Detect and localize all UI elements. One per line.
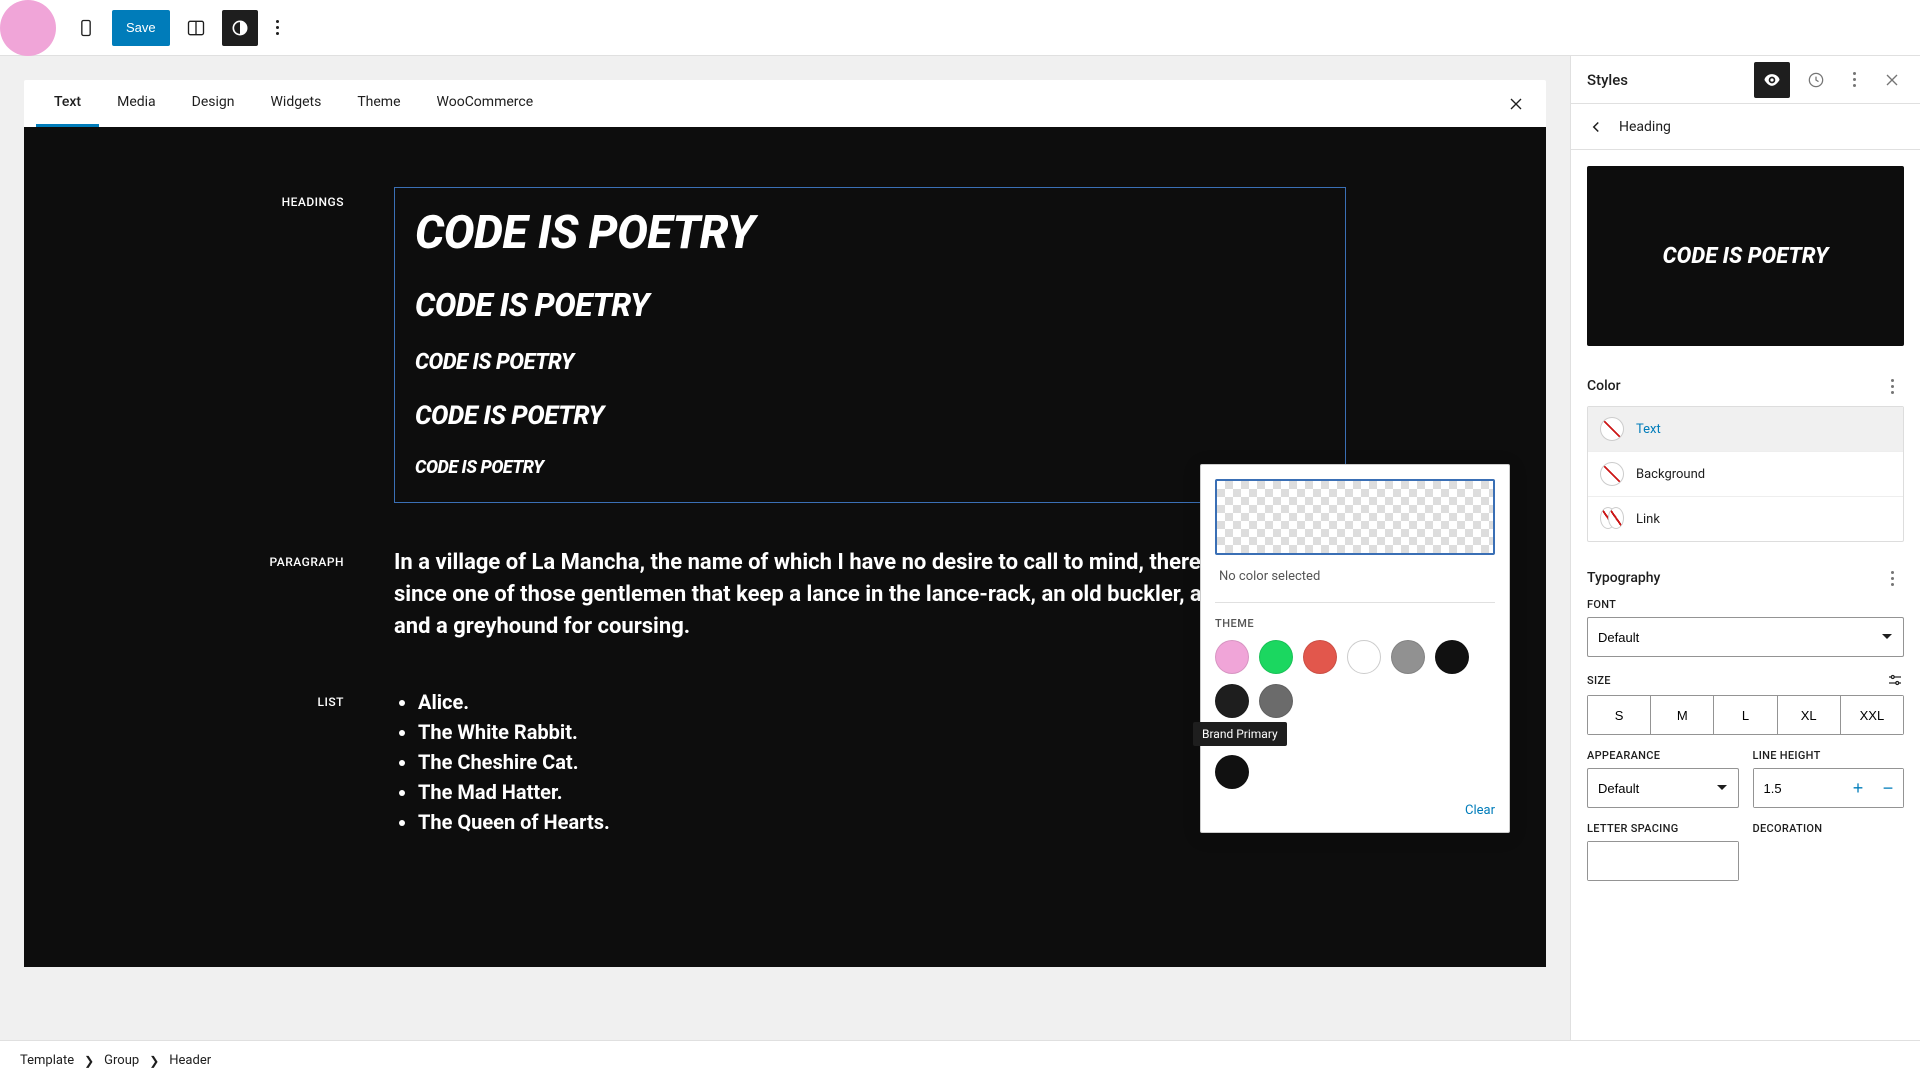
theme-swatch-row [1215,640,1495,718]
color-row-background-label: Background [1636,467,1705,482]
headings-label: HEADINGS [224,187,344,503]
font-select[interactable]: Default [1587,617,1904,657]
breadcrumb: Template ❯ Group ❯ Header [0,1040,1920,1080]
sidebar-nav-label: Heading [1619,119,1671,135]
close-sidebar-button[interactable] [1874,62,1910,98]
size-custom-toggle[interactable] [1886,671,1904,689]
site-logo[interactable] [0,0,56,56]
typography-panel: Typography FONT Default SIZE S M L XL [1571,558,1920,911]
style-preview: CODE IS POETRY [1587,166,1904,346]
tab-theme[interactable]: Theme [339,80,418,127]
breadcrumb-header[interactable]: Header [169,1053,211,1068]
size-s[interactable]: S [1588,696,1651,734]
color-panel-label: Color [1587,378,1621,394]
styles-sidebar: Styles Heading CODE IS POETRY Color [1570,56,1920,1040]
letter-spacing-input[interactable] [1588,842,1738,880]
clear-color-button[interactable]: Clear [1465,803,1495,818]
size-segmented: S M L XL XXL [1587,695,1904,735]
close-tabs-button[interactable] [1498,86,1534,122]
typography-panel-more[interactable] [1880,566,1904,590]
theme-swatch[interactable] [1303,640,1337,674]
swatch-tooltip: Brand Primary [1193,722,1287,746]
tab-media[interactable]: Media [99,80,174,127]
theme-swatch[interactable] [1391,640,1425,674]
letter-spacing-label: LETTER SPACING [1587,822,1739,835]
color-panel-more[interactable] [1880,374,1904,398]
appearance-label: APPEARANCE [1587,749,1739,762]
tab-design[interactable]: Design [174,80,253,127]
custom-swatch-row [1215,755,1495,789]
size-xxl[interactable]: XXL [1841,696,1903,734]
theme-swatch[interactable] [1215,684,1249,718]
main-layout: Text Media Design Widgets Theme WooComme… [0,56,1920,1040]
tab-widgets[interactable]: Widgets [253,80,340,127]
chevron-right-icon: ❯ [84,1054,94,1068]
heading-block-selected[interactable]: CODE IS POETRY CODE IS POETRY CODE IS PO… [394,187,1346,503]
heading-h1-sample: CODE IS POETRY [415,206,1325,260]
size-l[interactable]: L [1714,696,1777,734]
line-height-decrement[interactable]: − [1873,769,1903,807]
chevron-right-icon: ❯ [149,1054,159,1068]
save-button[interactable]: Save [112,10,170,46]
no-color-message: No color selected [1215,555,1495,603]
heading-h2-sample: CODE IS POETRY [415,286,1325,324]
top-toolbar: Save [0,0,1920,56]
color-picker-popover: No color selected THEME CUSTOM Clear [1200,464,1510,833]
size-m[interactable]: M [1651,696,1714,734]
sidebar-more-button[interactable] [1842,68,1866,92]
theme-colors-label: THEME [1215,617,1495,630]
color-row-text-label: Text [1636,422,1661,437]
typography-panel-label: Typography [1587,570,1660,586]
back-button[interactable] [1587,118,1605,136]
heading-h5-sample: CODE IS POETRY [415,457,1325,478]
color-row-link-label: Link [1636,512,1660,527]
sidebar-nav: Heading [1571,104,1920,150]
size-label: SIZE [1587,674,1611,687]
color-row-text[interactable]: Text [1588,407,1903,452]
document-overview-button[interactable] [68,10,104,46]
preview-text: CODE IS POETRY [1663,244,1829,269]
color-none-icon [1600,417,1624,441]
theme-swatch[interactable] [1215,640,1249,674]
font-label: FONT [1587,598,1904,611]
style-book-toggle[interactable] [1754,62,1790,98]
tab-woocommerce[interactable]: WooCommerce [419,80,552,127]
more-options-button[interactable] [266,16,290,40]
size-xl[interactable]: XL [1778,696,1841,734]
styles-toggle-button[interactable] [222,10,258,46]
heading-h3-sample: CODE IS POETRY [415,350,1325,375]
letter-spacing-input-wrap [1587,841,1739,881]
decoration-label: DECORATION [1753,822,1905,835]
breadcrumb-group[interactable]: Group [104,1053,139,1068]
line-height-increment[interactable]: + [1843,769,1873,807]
sidebar-title: Styles [1587,71,1746,89]
theme-swatch[interactable] [1259,684,1293,718]
line-height-label: LINE HEIGHT [1753,749,1905,762]
revisions-button[interactable] [1798,62,1834,98]
tab-text[interactable]: Text [36,80,99,127]
color-row-link[interactable]: Link [1588,497,1903,541]
heading-h4-sample: CODE IS POETRY [415,401,1325,431]
current-color-preview[interactable] [1215,479,1495,555]
custom-swatch[interactable] [1215,755,1249,789]
block-inserter-tabs: Text Media Design Widgets Theme WooComme… [24,80,1546,127]
color-row-background[interactable]: Background [1588,452,1903,497]
color-none-icon [1600,507,1624,531]
color-none-icon [1600,462,1624,486]
appearance-select[interactable]: Default [1587,768,1739,808]
list-label: LIST [224,687,344,837]
paragraph-label: PARAGRAPH [224,547,344,643]
color-panel: Color Text Background Link [1571,366,1920,558]
theme-swatch[interactable] [1259,640,1293,674]
line-height-input[interactable] [1754,769,1844,807]
theme-swatch[interactable] [1347,640,1381,674]
line-height-stepper: + − [1753,768,1905,808]
canvas-area: Text Media Design Widgets Theme WooComme… [0,56,1570,1040]
view-toggle-button[interactable] [178,10,214,46]
sidebar-header: Styles [1571,56,1920,104]
breadcrumb-template[interactable]: Template [20,1053,74,1068]
theme-swatch[interactable] [1435,640,1469,674]
